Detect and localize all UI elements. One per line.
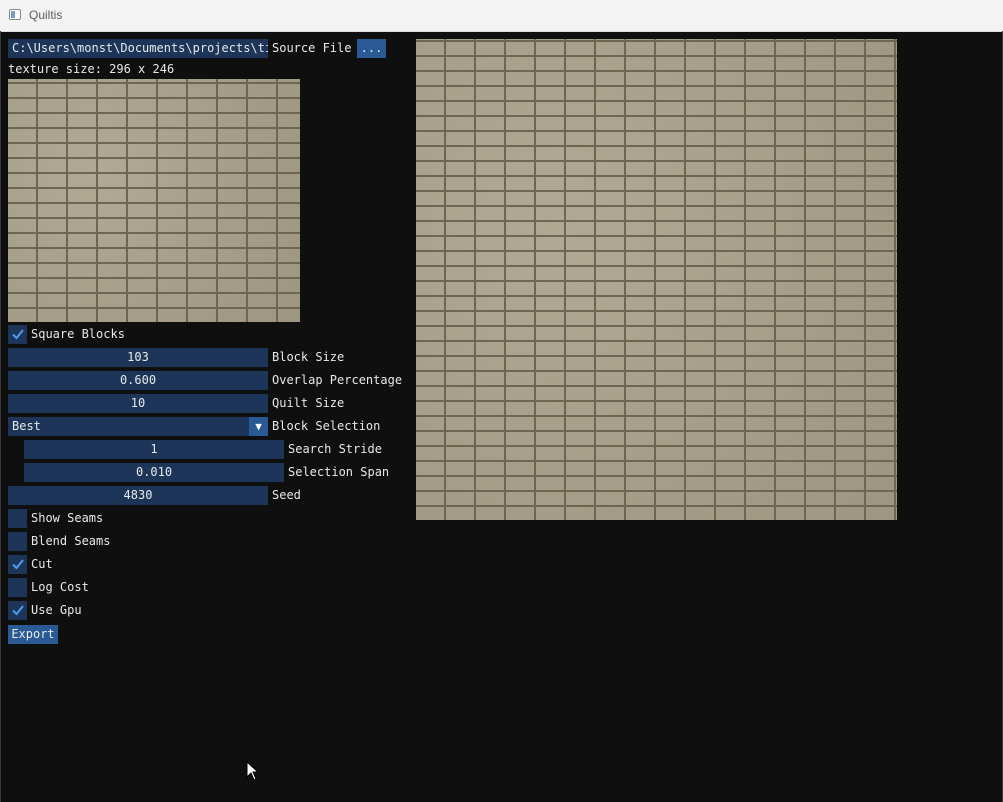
dropdown-arrow-icon[interactable]: ▼ <box>249 417 268 436</box>
mouse-cursor-icon <box>246 761 260 781</box>
overlap-percentage-input[interactable]: 0.600 <box>8 371 268 390</box>
show-seams-checkbox[interactable] <box>8 509 27 528</box>
cut-label: Cut <box>31 557 53 571</box>
square-blocks-checkbox[interactable] <box>8 325 27 344</box>
block-size-input[interactable]: 103 <box>8 348 268 367</box>
seed-label: Seed <box>272 488 301 502</box>
search-stride-label: Search Stride <box>288 442 382 456</box>
window-title: Quiltis <box>29 8 63 22</box>
block-selection-dropdown[interactable]: Best ▼ <box>8 417 268 436</box>
block-selection-label: Block Selection <box>272 419 381 433</box>
texture-size-text: texture size: 296 x 246 <box>8 62 175 76</box>
window-icon <box>9 9 21 20</box>
selection-span-label: Selection Span <box>288 465 390 479</box>
window-border-left <box>0 31 1 802</box>
checkmark-icon <box>12 559 24 570</box>
checkmark-icon <box>12 605 24 616</box>
use-gpu-label: Use Gpu <box>31 603 82 617</box>
cut-checkbox[interactable] <box>8 555 27 574</box>
search-stride-input[interactable]: 1 <box>24 440 284 459</box>
block-selection-value: Best <box>12 419 41 433</box>
export-button[interactable]: Export <box>8 625 58 644</box>
selection-span-input[interactable]: 0.010 <box>24 463 284 482</box>
blend-seams-label: Blend Seams <box>31 534 111 548</box>
overlap-percentage-label: Overlap Percentage <box>272 373 403 387</box>
seed-input[interactable]: 4830 <box>8 486 268 505</box>
source-file-label: Source File <box>272 41 352 55</box>
blend-seams-checkbox[interactable] <box>8 532 27 551</box>
show-seams-label: Show Seams <box>31 511 104 525</box>
source-texture-preview <box>8 79 300 322</box>
quilt-size-input[interactable]: 10 <box>8 394 268 413</box>
quilt-size-label: Quilt Size <box>272 396 345 410</box>
block-size-label: Block Size <box>272 350 345 364</box>
checkmark-icon <box>12 329 24 340</box>
browse-button[interactable]: ... <box>357 39 386 58</box>
title-bar: Quiltis <box>0 0 1003 32</box>
log-cost-checkbox[interactable] <box>8 578 27 597</box>
log-cost-label: Log Cost <box>31 580 89 594</box>
source-path-input[interactable]: C:\Users\monst\Documents\projects\ti <box>8 39 268 58</box>
output-quilt-preview <box>416 39 897 520</box>
square-blocks-label: Square Blocks <box>31 327 125 341</box>
use-gpu-checkbox[interactable] <box>8 601 27 620</box>
